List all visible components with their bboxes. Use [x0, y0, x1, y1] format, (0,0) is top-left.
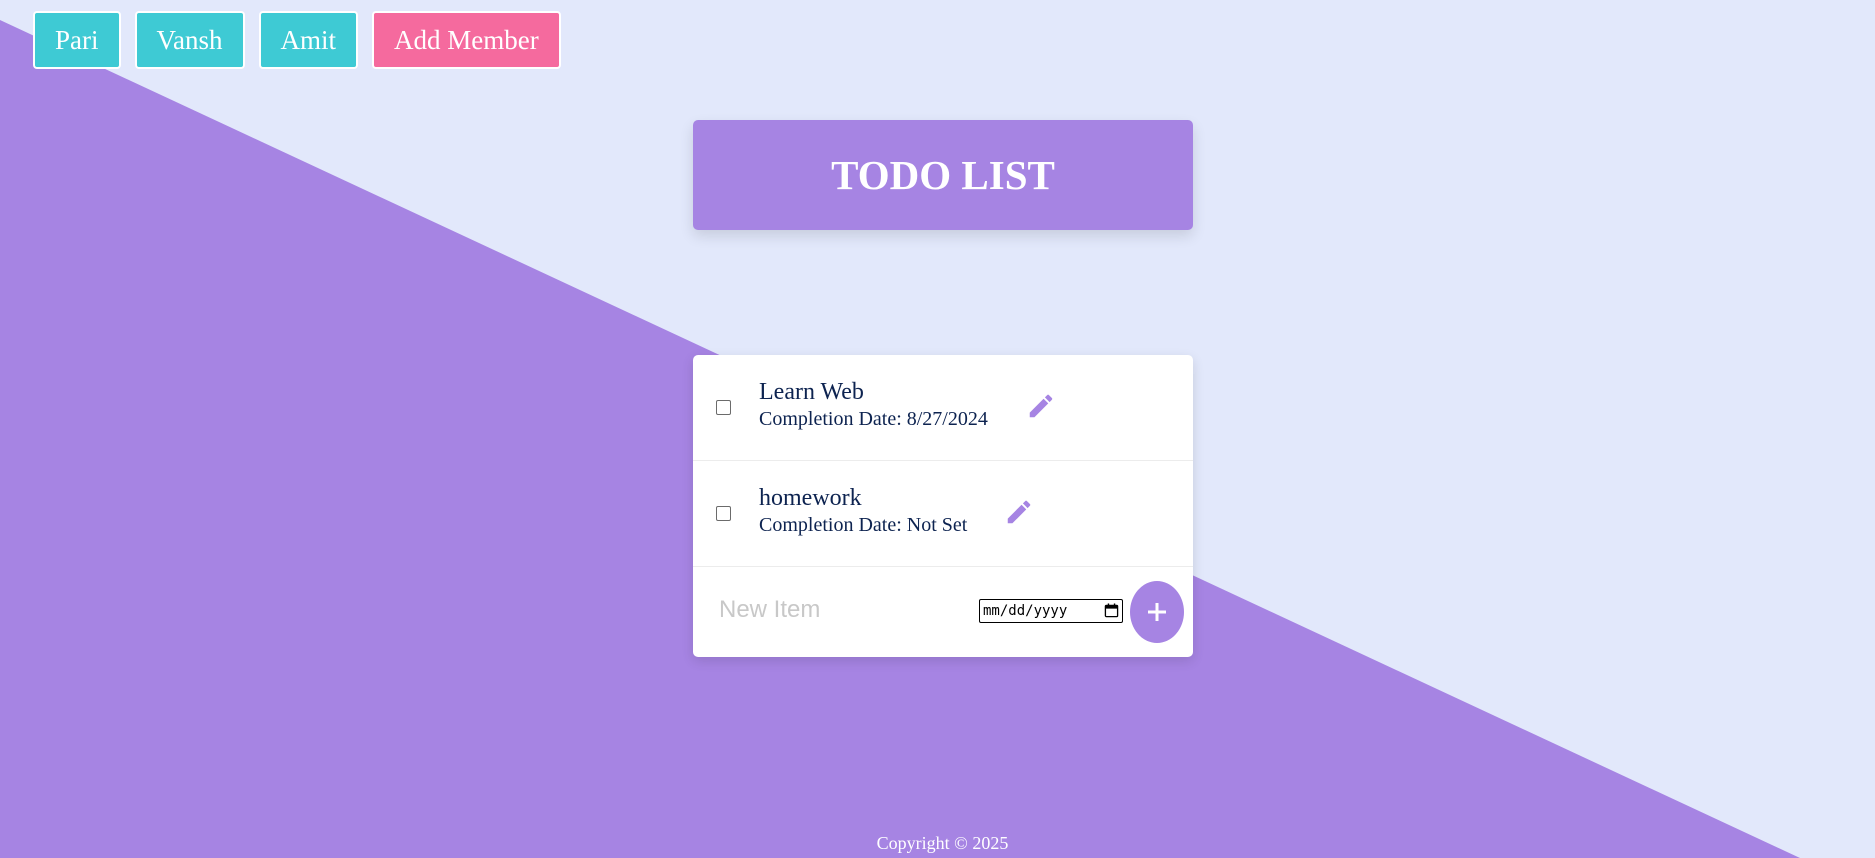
add-item-button[interactable]	[1130, 581, 1184, 643]
todo-text: Learn Web Completion Date: 8/27/2024	[759, 378, 988, 432]
todo-text: homework Completion Date: Not Set	[759, 484, 967, 538]
new-item-row: mm/dd/yyyy	[693, 567, 1193, 657]
todo-item: homework Completion Date: Not Set	[693, 461, 1193, 567]
todo-checkbox[interactable]	[716, 400, 731, 415]
member-bar: Pari Vansh Amit Add Member	[33, 11, 561, 69]
completion-date-input[interactable]: mm/dd/yyyy	[979, 599, 1123, 623]
new-item-input[interactable]	[719, 593, 949, 627]
todo-completion-date: Completion Date: 8/27/2024	[759, 408, 988, 430]
footer-copyright: Copyright © 2025	[876, 833, 1009, 853]
page-title: TODO LIST	[831, 152, 1055, 198]
pencil-icon[interactable]	[1004, 497, 1034, 527]
date-placeholder: mm/dd/yyyy	[983, 603, 1068, 619]
todo-completion-date: Completion Date: Not Set	[759, 514, 968, 536]
todo-list-card: Learn Web Completion Date: 8/27/2024 hom…	[693, 355, 1193, 657]
add-member-button[interactable]: Add Member	[372, 11, 561, 69]
todo-item: Learn Web Completion Date: 8/27/2024	[693, 355, 1193, 461]
todo-checkbox[interactable]	[716, 506, 731, 521]
todo-title: homework	[759, 485, 862, 511]
calendar-icon[interactable]	[1104, 603, 1119, 618]
member-button-amit[interactable]: Amit	[258, 11, 359, 69]
member-button-vansh[interactable]: Vansh	[134, 11, 245, 69]
pencil-icon[interactable]	[1026, 391, 1056, 421]
title-card: TODO LIST	[693, 120, 1193, 230]
plus-icon	[1148, 603, 1166, 621]
member-button-pari[interactable]: Pari	[33, 11, 121, 69]
todo-title: Learn Web	[759, 379, 864, 405]
